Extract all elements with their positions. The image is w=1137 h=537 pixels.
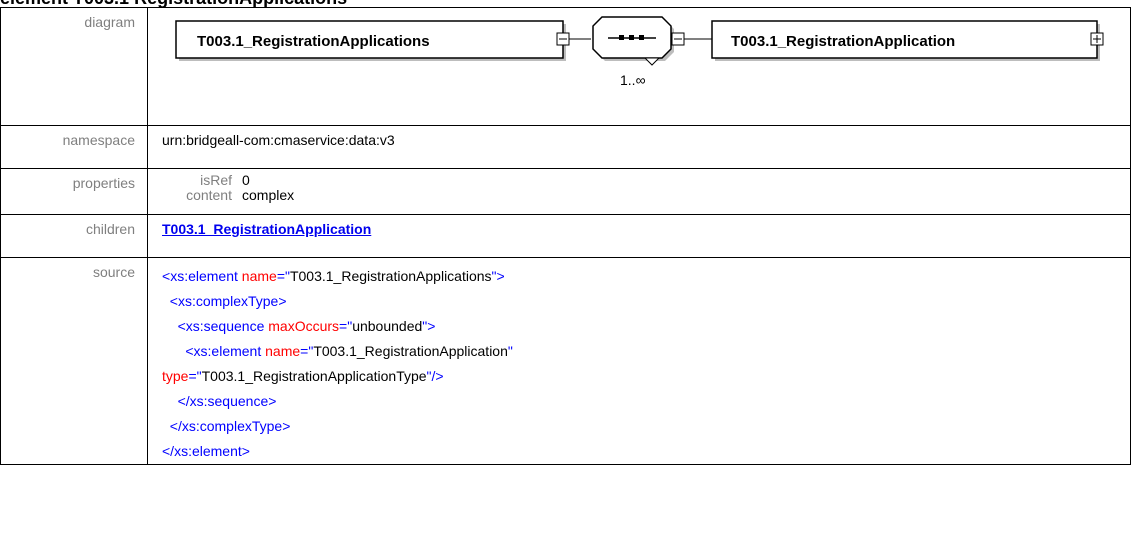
- source-line: type="T003.1_RegistrationApplicationType…: [162, 368, 444, 384]
- row-diagram: diagram T003.1_RegistrationApplications: [0, 7, 1131, 126]
- row-label: properties: [0, 168, 148, 215]
- parent-element-name: T003.1_RegistrationApplications: [197, 33, 430, 50]
- properties-list: isRef 0 content complex: [162, 173, 1130, 203]
- row-properties: properties isRef 0 content complex: [0, 168, 1131, 215]
- source-line: <xs:element name="T003.1_RegistrationApp…: [162, 268, 505, 284]
- child-element-name: T003.1_RegistrationApplication: [731, 33, 955, 50]
- source-line: </xs:complexType>: [169, 418, 291, 434]
- property-key: content: [186, 187, 232, 203]
- row-namespace: namespace urn:bridgeall-com:cmaservice:d…: [0, 125, 1131, 169]
- row-children: children T003.1_RegistrationApplication: [0, 214, 1131, 258]
- property-value: 0: [242, 172, 250, 188]
- row-label: diagram: [0, 7, 148, 126]
- collapse-icon[interactable]: [671, 32, 685, 46]
- row-source: source <xs:element name="T003.1_Registra…: [0, 257, 1131, 465]
- collapse-icon[interactable]: [556, 32, 570, 46]
- row-label: children: [0, 214, 148, 258]
- source-line: <xs:complexType>: [169, 293, 287, 309]
- source-line: </xs:element>: [162, 443, 250, 459]
- child-element-link[interactable]: T003.1_RegistrationApplication: [162, 221, 371, 237]
- property-value: complex: [242, 187, 295, 203]
- property-key: isRef: [200, 172, 232, 188]
- diagram-cell: T003.1_RegistrationApplications 1..∞ T00…: [147, 7, 1131, 126]
- schema-diagram: T003.1_RegistrationApplications 1..∞ T00…: [175, 16, 1104, 88]
- source-code: <xs:element name="T003.1_RegistrationApp…: [147, 257, 1131, 465]
- properties-cell: isRef 0 content complex: [147, 168, 1131, 215]
- occurrence-marker: [643, 57, 661, 66]
- source-line: </xs:sequence>: [177, 393, 277, 409]
- source-line: <xs:sequence maxOccurs="unbounded">: [177, 318, 436, 334]
- namespace-value: urn:bridgeall-com:cmaservice:data:v3: [147, 125, 1131, 169]
- occurrence-label: 1..∞: [620, 72, 646, 88]
- children-cell: T003.1_RegistrationApplication: [147, 214, 1131, 258]
- element-doc-table: diagram T003.1_RegistrationApplications: [0, 7, 1131, 465]
- row-label: source: [0, 257, 148, 465]
- source-line: <xs:element name="T003.1_RegistrationApp…: [185, 343, 513, 359]
- expand-icon[interactable]: [1090, 32, 1104, 46]
- row-label: namespace: [0, 125, 148, 169]
